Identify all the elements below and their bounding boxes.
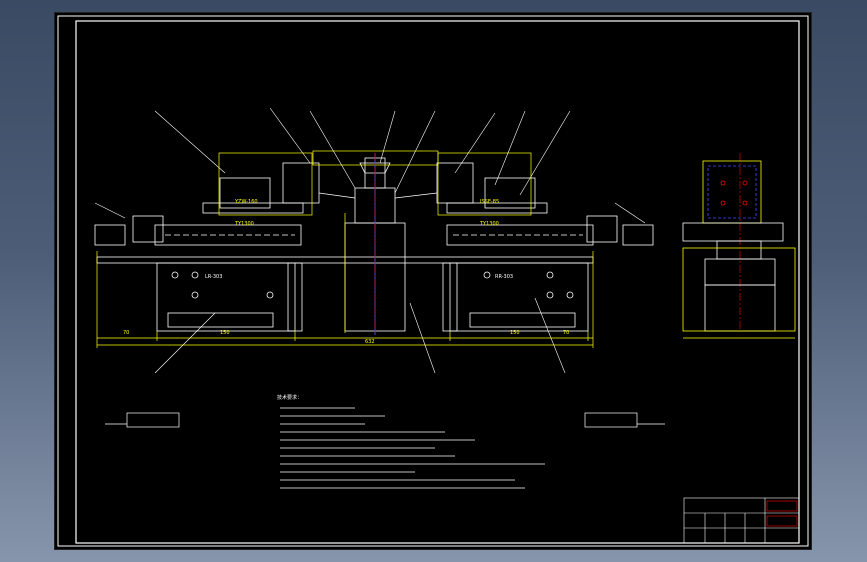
- dimension-text: 632 70 70 150 150 YZW-160 ISSE-85 TY1300…: [123, 199, 569, 345]
- dim-mid-right: 150: [510, 330, 520, 336]
- rail-left: TY1300: [234, 221, 254, 227]
- outer-border: [57, 15, 809, 547]
- drawing-sheet: 632 70 70 150 150 YZW-160 ISSE-85 TY1300…: [55, 13, 811, 549]
- left-base-code: LR-303: [205, 274, 222, 280]
- side-view: [682, 160, 796, 339]
- rail-right: TY1300: [479, 221, 499, 227]
- overall-dimension: 632: [365, 339, 375, 345]
- side-head-bolt-circle: [707, 165, 757, 219]
- right-motor-model: ISSE-85: [480, 199, 499, 205]
- right-base-code: RR-303: [495, 274, 513, 280]
- centerlines: [374, 153, 741, 335]
- dim-mid-left: 150: [220, 330, 230, 336]
- inner-frame: [75, 20, 800, 544]
- title-block: [683, 497, 800, 544]
- front-view: [94, 157, 654, 332]
- side-slide: [682, 222, 784, 242]
- cad-drawing: 632 70 70 150 150 YZW-160 ISSE-85 TY1300…: [57, 15, 809, 547]
- dim-left: 70: [123, 330, 129, 336]
- detail-views: [105, 412, 665, 428]
- notes-title: 技术要求：: [277, 394, 302, 401]
- right-spindle-head: [436, 162, 474, 204]
- dimension-lines: [96, 150, 594, 348]
- side-head-outline: [702, 160, 762, 224]
- left-spindle-head: [282, 162, 320, 204]
- technical-notes: 技术要求：: [277, 394, 545, 489]
- left-motor-model: YZW-160: [234, 199, 258, 205]
- dim-right: 70: [563, 330, 569, 336]
